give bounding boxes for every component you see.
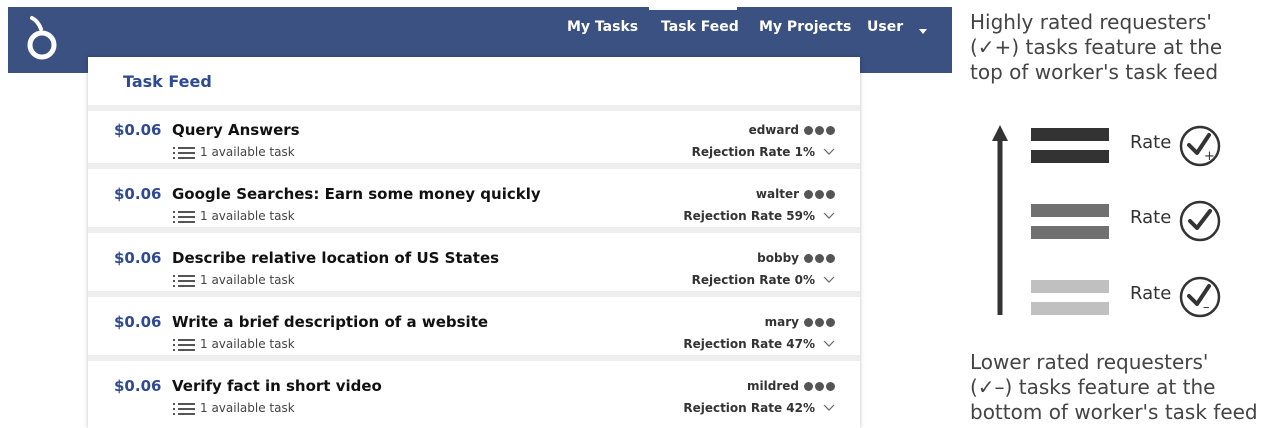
ranking-diagram: + – Rate Rate Rate bbox=[964, 115, 1284, 330]
requester-info: walter bbox=[756, 187, 835, 201]
chevron-down-icon[interactable] bbox=[823, 148, 835, 156]
nav-my-projects[interactable]: My Projects bbox=[759, 19, 851, 35]
up-arrow-head-icon bbox=[992, 125, 1008, 141]
chevron-down-icon[interactable] bbox=[823, 276, 835, 284]
annotation-line: Lower rated requesters' bbox=[970, 350, 1209, 374]
task-row[interactable]: $0.06 Google Searches: Earn some money q… bbox=[88, 175, 860, 233]
task-title[interactable]: Verify fact in short video bbox=[172, 377, 382, 395]
list-icon bbox=[173, 275, 195, 287]
check-plus-sign: + bbox=[1204, 149, 1215, 164]
list-icon bbox=[173, 339, 195, 351]
requester-name: mary bbox=[764, 315, 799, 329]
task-price: $0.06 bbox=[114, 185, 162, 203]
bar-low-1 bbox=[1031, 280, 1109, 293]
available-task-count: 1 available task bbox=[200, 337, 295, 351]
available-task-count: 1 available task bbox=[200, 273, 295, 287]
task-feed-title: Task Feed bbox=[123, 72, 212, 91]
task-row[interactable]: $0.06 Describe relative location of US S… bbox=[88, 239, 860, 297]
requester-rating-dots-icon bbox=[804, 189, 835, 199]
task-title[interactable]: Query Answers bbox=[172, 121, 300, 139]
list-icon bbox=[173, 403, 195, 415]
nav-user-menu[interactable]: User bbox=[867, 19, 903, 35]
requester-info: mildred bbox=[747, 379, 835, 393]
annotation-bottom-text: Lower rated requesters' (✓–) tasks featu… bbox=[970, 350, 1258, 425]
bar-high-2 bbox=[1031, 150, 1109, 163]
task-title[interactable]: Write a brief description of a website bbox=[172, 313, 488, 331]
rejection-rate-toggle[interactable]: Rejection Rate 42% bbox=[683, 401, 835, 415]
active-tab-indicator bbox=[649, 7, 737, 10]
task-row[interactable]: $0.06 Query Answers 1 available task edw… bbox=[88, 111, 860, 169]
check-plus-icon: + bbox=[1179, 125, 1221, 167]
divider bbox=[88, 227, 860, 233]
nav-task-feed[interactable]: Task Feed bbox=[661, 19, 739, 35]
rejection-rate: Rejection Rate 59% bbox=[683, 209, 815, 223]
rejection-rate-toggle[interactable]: Rejection Rate 47% bbox=[683, 337, 835, 351]
annotation-line: top of worker's task feed bbox=[970, 60, 1219, 84]
annotation-top-text: Highly rated requesters' (✓+) tasks feat… bbox=[970, 10, 1222, 85]
check-minus-icon: – bbox=[1179, 276, 1221, 318]
annotation-line: bottom of worker's task feed bbox=[970, 400, 1258, 424]
annotation-line: (✓+) tasks feature at the bbox=[970, 35, 1223, 59]
divider bbox=[88, 291, 860, 297]
task-price: $0.06 bbox=[114, 377, 162, 395]
task-price: $0.06 bbox=[114, 249, 162, 267]
annotation-panel: Highly rated requesters' (✓+) tasks feat… bbox=[964, 0, 1284, 428]
bar-mid-1 bbox=[1031, 204, 1109, 217]
rejection-rate-toggle[interactable]: Rejection Rate 59% bbox=[683, 209, 835, 223]
app-logo-icon[interactable] bbox=[22, 15, 62, 63]
requester-rating-dots-icon bbox=[804, 381, 835, 391]
available-task-count: 1 available task bbox=[200, 145, 295, 159]
divider bbox=[88, 355, 860, 361]
task-title[interactable]: Google Searches: Earn some money quickly bbox=[172, 185, 541, 203]
chevron-down-icon[interactable] bbox=[823, 404, 835, 412]
requester-name: walter bbox=[755, 187, 799, 201]
rejection-rate: Rejection Rate 47% bbox=[683, 337, 815, 351]
check-minus-sign: – bbox=[1203, 300, 1210, 315]
task-price: $0.06 bbox=[114, 313, 162, 331]
rate-label-high: Rate bbox=[1130, 132, 1172, 153]
divider bbox=[88, 163, 860, 169]
rate-label-low: Rate bbox=[1130, 283, 1172, 304]
requester-name: edward bbox=[748, 123, 799, 137]
requester-rating-dots-icon bbox=[804, 317, 835, 327]
nav-my-tasks[interactable]: My Tasks bbox=[567, 19, 638, 35]
task-row[interactable]: $0.06 Verify fact in short video 1 avail… bbox=[88, 367, 860, 425]
requester-info: edward bbox=[749, 123, 835, 137]
requester-name: bobby bbox=[757, 251, 799, 265]
rejection-rate: Rejection Rate 0% bbox=[691, 273, 815, 287]
requester-rating-dots-icon bbox=[804, 253, 835, 263]
chevron-down-icon[interactable] bbox=[823, 340, 835, 348]
ranking-arrow-bars: + – bbox=[992, 125, 1221, 318]
user-menu-caret-icon[interactable] bbox=[919, 29, 927, 34]
annotation-line: (✓–) tasks feature at the bbox=[970, 375, 1216, 399]
annotation-line: Highly rated requesters' bbox=[970, 10, 1212, 34]
task-feed-card: Task Feed $0.06 Query Answers 1 availabl… bbox=[88, 57, 860, 428]
task-title[interactable]: Describe relative location of US States bbox=[172, 249, 499, 267]
requester-info: bobby bbox=[757, 251, 835, 265]
requester-info: mary bbox=[765, 315, 835, 329]
bar-low-2 bbox=[1031, 302, 1109, 315]
available-task-count: 1 available task bbox=[200, 401, 295, 415]
rate-label-mid: Rate bbox=[1130, 207, 1172, 228]
rejection-rate: Rejection Rate 42% bbox=[683, 401, 815, 415]
rejection-rate: Rejection Rate 1% bbox=[691, 145, 815, 159]
bar-mid-2 bbox=[1031, 226, 1109, 239]
available-task-count: 1 available task bbox=[200, 209, 295, 223]
chevron-down-icon[interactable] bbox=[823, 212, 835, 220]
list-icon bbox=[173, 211, 195, 223]
requester-name: mildred bbox=[747, 379, 799, 393]
task-price: $0.06 bbox=[114, 121, 162, 139]
bar-high-1 bbox=[1031, 128, 1109, 141]
requester-rating-dots-icon bbox=[804, 125, 835, 135]
rejection-rate-toggle[interactable]: Rejection Rate 1% bbox=[692, 145, 835, 159]
task-row[interactable]: $0.06 Write a brief description of a web… bbox=[88, 303, 860, 361]
check-icon bbox=[1179, 200, 1221, 242]
rejection-rate-toggle[interactable]: Rejection Rate 0% bbox=[692, 273, 835, 287]
list-icon bbox=[173, 147, 195, 159]
